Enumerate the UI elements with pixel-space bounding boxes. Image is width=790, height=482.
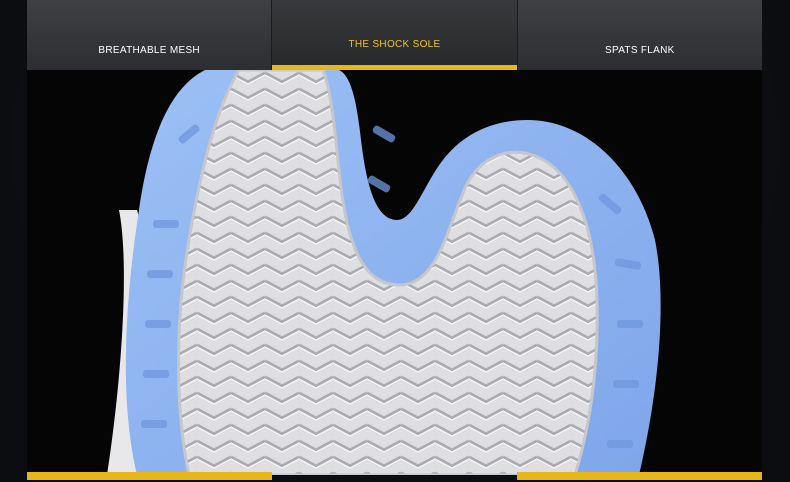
sole-product-image xyxy=(27,70,762,475)
tab-label: SPATS FLANK xyxy=(605,44,675,56)
tab-breathable-mesh[interactable]: BREATHABLE MESH xyxy=(27,0,272,70)
tab-label: THE SHOCK SOLE xyxy=(348,38,441,50)
accent-bar-right xyxy=(517,472,762,480)
shoe-sole-illustration xyxy=(107,70,661,475)
tab-label: BREATHABLE MESH xyxy=(98,44,200,56)
tab-spats-flank[interactable]: SPATS FLANK xyxy=(516,0,762,70)
tab-shock-sole[interactable]: THE SHOCK SOLE xyxy=(271,0,517,70)
accent-bar-left xyxy=(27,472,272,480)
feature-tab-bar: BREATHABLE MESH THE SHOCK SOLE SPATS FLA… xyxy=(27,0,762,70)
product-feature-panel: BREATHABLE MESH THE SHOCK SOLE SPATS FLA… xyxy=(0,0,790,482)
